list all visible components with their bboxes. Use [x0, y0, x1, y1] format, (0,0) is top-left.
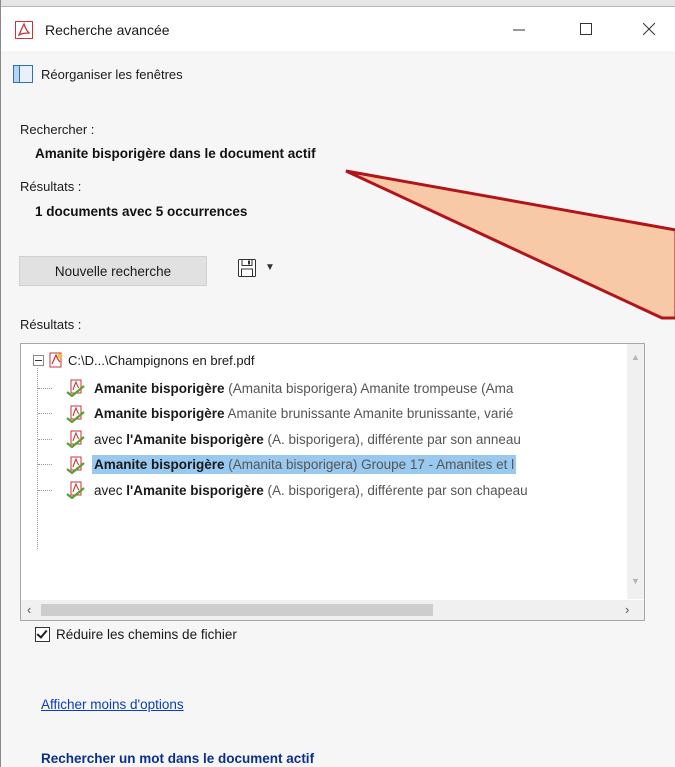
- result-prefix: avec: [94, 431, 127, 447]
- window-layout-icon: [13, 65, 33, 83]
- document-path: C:\D...\Champignons en bref.pdf: [68, 352, 255, 368]
- result-row[interactable]: avec l'Amanite bisporigère (A. bisporige…: [38, 427, 644, 451]
- shorten-paths-option[interactable]: Réduire les chemins de fichier: [35, 627, 237, 642]
- maximize-button[interactable]: [561, 7, 611, 51]
- close-button[interactable]: [624, 7, 674, 51]
- scroll-right-icon[interactable]: ›: [625, 602, 629, 617]
- result-prefix: avec: [94, 482, 127, 498]
- search-word-link[interactable]: Rechercher un mot dans le document actif: [41, 751, 314, 766]
- scroll-up-icon[interactable]: ▲: [631, 352, 640, 362]
- floppy-disk-icon[interactable]: [237, 258, 257, 278]
- results-summary: 1 documents avec 5 occurrences: [35, 204, 248, 219]
- tree-connector: [38, 413, 52, 414]
- acrobat-pdf-icon: [15, 21, 33, 39]
- result-context: (Amanita bisporigera) Groupe 17 - Amanit…: [224, 457, 515, 472]
- results-list-label: Résultats :: [20, 317, 82, 332]
- pdf-document-icon: [49, 352, 63, 368]
- minimize-icon: [513, 29, 525, 31]
- window-title: Recherche avancée: [45, 22, 170, 38]
- result-row[interactable]: avec l'Amanite bisporigère (A. bisporige…: [38, 478, 644, 502]
- result-text: Amanite bisporigère Amanite brunissante …: [92, 404, 515, 423]
- scroll-thumb[interactable]: [41, 604, 433, 616]
- vertical-scrollbar[interactable]: ▲ ▼: [627, 344, 644, 599]
- shorten-paths-checkbox[interactable]: [35, 627, 50, 642]
- query-value: Amanite bisporigère dans le document act…: [35, 146, 316, 161]
- result-row[interactable]: Amanite bisporigère (Amanita bisporigera…: [38, 376, 644, 400]
- chevron-down-icon[interactable]: ▼: [265, 262, 275, 273]
- pdf-hit-icon: [66, 379, 85, 397]
- result-match: l'Amanite bisporigère: [126, 431, 264, 447]
- tree-connector: [38, 464, 52, 465]
- reorganize-windows-label: Réorganiser les fenêtres: [41, 66, 183, 82]
- result-row[interactable]: Amanite bisporigère (Amanita bisporigera…: [38, 453, 644, 477]
- result-match: Amanite bisporigère: [94, 457, 225, 472]
- results-tree[interactable]: C:\D...\Champignons en bref.pdf Amanite …: [20, 343, 645, 621]
- result-context: (Amanita bisporigera) Amanite trompeuse …: [224, 380, 514, 396]
- show-less-options-link[interactable]: Afficher moins d'options: [41, 697, 184, 712]
- scroll-down-icon[interactable]: ▼: [631, 576, 640, 586]
- maximize-icon: [580, 23, 592, 35]
- result-match: l'Amanite bisporigère: [126, 482, 264, 498]
- minimize-button[interactable]: [494, 7, 544, 51]
- result-text: Amanite bisporigère (Amanita bisporigera…: [92, 379, 515, 398]
- search-panel: Réorganiser les fenêtres Rechercher : Am…: [1, 51, 675, 767]
- tree-connector: [38, 438, 52, 440]
- query-label: Rechercher :: [20, 122, 95, 137]
- result-row[interactable]: Amanite bisporigère Amanite brunissante …: [38, 402, 644, 426]
- result-context: (A. bisporigera), différente par son ann…: [263, 431, 521, 447]
- background-window-strip: [1, 0, 675, 7]
- pdf-hit-icon: [66, 481, 85, 499]
- result-match: Amanite bisporigère: [94, 406, 225, 421]
- tree-root-document[interactable]: C:\D...\Champignons en bref.pdf: [33, 352, 254, 368]
- new-search-label: Nouvelle recherche: [54, 263, 172, 279]
- close-icon: [643, 23, 655, 35]
- result-context: Amanite brunissante Amanite brunissante,…: [224, 406, 514, 421]
- scroll-left-icon[interactable]: ‹: [27, 602, 31, 617]
- pdf-hit-icon: [66, 405, 85, 423]
- result-text: avec l'Amanite bisporigère (A. bisporige…: [92, 481, 530, 500]
- title-bar[interactable]: Recherche avancée: [1, 7, 675, 51]
- result-context: (A. bisporigera), différente par son cha…: [263, 482, 528, 498]
- pdf-hit-icon: [66, 430, 85, 448]
- tree-connector: [38, 489, 52, 491]
- reorganize-windows-button[interactable]: Réorganiser les fenêtres: [13, 65, 183, 83]
- advanced-search-window: Recherche avancée Réorganiser les fenêtr…: [0, 0, 675, 767]
- pdf-hit-icon: [66, 456, 85, 474]
- horizontal-scrollbar[interactable]: ‹ ›: [21, 600, 644, 620]
- results-count-label: Résultats :: [20, 179, 82, 194]
- result-match: Amanite bisporigère: [94, 380, 225, 396]
- shorten-paths-label: Réduire les chemins de fichier: [56, 627, 237, 642]
- tree-connector: [38, 387, 52, 389]
- new-search-button[interactable]: Nouvelle recherche: [19, 256, 207, 286]
- result-text: avec l'Amanite bisporigère (A. bisporige…: [92, 430, 523, 449]
- result-text: Amanite bisporigère (Amanita bisporigera…: [92, 455, 517, 474]
- collapse-icon[interactable]: [33, 354, 44, 366]
